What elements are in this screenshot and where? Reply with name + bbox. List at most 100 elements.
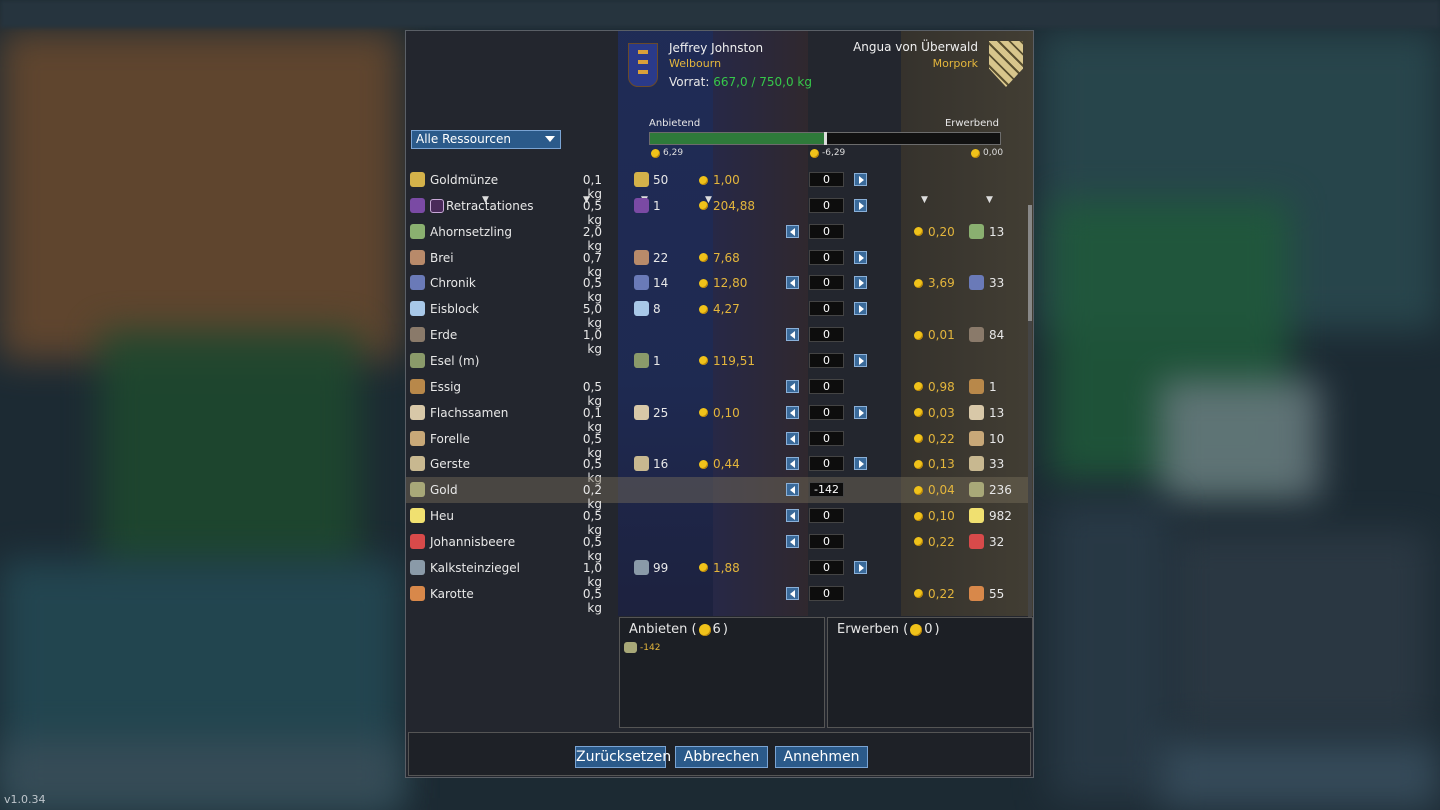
offer-quantity: 1 <box>653 353 661 368</box>
offer-price-value: 119,51 <box>713 353 755 368</box>
chronicle-icon <box>969 275 984 291</box>
coin-icon <box>699 278 708 288</box>
increase-arrow-button[interactable] <box>854 302 867 316</box>
carrot-icon <box>410 585 425 601</box>
increase-arrow-button[interactable] <box>854 173 867 186</box>
balance-mid-value: -6,29 <box>822 148 846 158</box>
acquire-price-value: 0,20 <box>928 224 955 239</box>
resource-row[interactable]: Kalksteinziegel 1,0 kg 99 1,88 0 <box>406 555 1031 589</box>
stock-label: Vorrat: <box>669 75 710 89</box>
vinegar-icon <box>410 378 425 394</box>
reset-button[interactable]: Zurücksetzen <box>575 746 671 768</box>
resource-filter-dropdown[interactable]: Alle Ressourcen <box>411 130 561 149</box>
decrease-arrow-button[interactable] <box>786 534 799 548</box>
trade-quantity-input[interactable]: 0 <box>809 533 844 549</box>
trade-quantity-input[interactable]: 0 <box>809 172 844 187</box>
coin-icon <box>971 148 980 158</box>
resource-row[interactable]: Karotte 0,5 kg 0 0,22 55 <box>406 581 1031 615</box>
trade-quantity-input[interactable]: 0 <box>809 559 844 575</box>
scrollbar-thumb[interactable] <box>1028 205 1032 321</box>
decrease-arrow-button[interactable] <box>786 509 799 523</box>
resource-row[interactable]: Goldmünze 0,1 kg 50 1,00 0 <box>406 167 1031 201</box>
gold-ore-icon <box>410 482 425 498</box>
trade-quantity-input[interactable]: 0 <box>809 352 844 368</box>
list-scrollbar[interactable] <box>1028 205 1032 617</box>
trade-quantity-input[interactable]: 0 <box>809 275 844 291</box>
trade-balance-bar <box>649 132 1001 145</box>
offer-item[interactable]: -142 <box>624 642 660 653</box>
trade-quantity-input[interactable]: 0 <box>809 249 844 265</box>
resource-row[interactable]: Gold 0,2 kg -142 0,04 236 <box>406 477 1031 511</box>
resource-row[interactable]: Ahornsetzling 2,0 kg 0 0,20 13 <box>406 219 1031 253</box>
limestone-brick-icon <box>410 559 425 575</box>
increase-arrow-button[interactable] <box>854 405 867 419</box>
decrease-arrow-button[interactable] <box>786 328 799 342</box>
stock-value: 667,0 / 750,0 kg <box>713 75 812 89</box>
decrease-arrow-button[interactable] <box>786 586 799 600</box>
increase-arrow-button[interactable] <box>854 353 867 367</box>
trade-quantity-input[interactable]: 0 <box>809 404 844 420</box>
resource-name: Gold <box>430 483 458 498</box>
acquire-quantity: 33 <box>989 457 1005 472</box>
resource-row[interactable]: Forelle 0,5 kg 0 0,22 10 <box>406 426 1031 460</box>
resource-row[interactable]: Eisblock 5,0 kg 8 4,27 0 <box>406 296 1031 330</box>
resource-name: Flachssamen <box>430 405 509 420</box>
resource-weight: 0,5 kg <box>582 586 602 615</box>
decrease-arrow-button[interactable] <box>786 431 799 445</box>
trade-quantity-input[interactable]: 0 <box>809 508 844 524</box>
porridge-icon <box>634 249 649 265</box>
decrease-arrow-button[interactable] <box>786 276 799 290</box>
resource-row[interactable]: Retractationes 0,5 kg 1 204,88 0 <box>406 193 1031 227</box>
offer-quantity: 50 <box>653 173 669 187</box>
currant-icon <box>410 533 425 549</box>
coin-icon <box>699 304 708 314</box>
resource-row[interactable]: Heu 0,5 kg 0 0,10 982 <box>406 503 1031 537</box>
trade-quantity-input[interactable]: 0 <box>809 327 844 343</box>
increase-arrow-button[interactable] <box>854 250 867 264</box>
resource-name: Ahornsetzling <box>430 224 513 239</box>
decrease-arrow-button[interactable] <box>786 483 799 497</box>
trade-quantity-input[interactable]: -142 <box>809 482 844 498</box>
increase-arrow-button[interactable] <box>854 560 867 574</box>
acquire-price-value: 0,01 <box>928 328 955 343</box>
resource-row[interactable]: Flachssamen 0,1 kg 25 0,10 0 0,03 13 <box>406 400 1031 434</box>
increase-arrow-button[interactable] <box>854 457 867 471</box>
decrease-arrow-button[interactable] <box>786 457 799 471</box>
acquire-price: 0,13 <box>914 457 955 471</box>
resource-row[interactable]: Erde 1,0 kg 0 0,01 84 <box>406 322 1031 356</box>
resource-row[interactable]: Brei 0,7 kg 22 7,68 0 <box>406 245 1031 279</box>
trade-quantity-input[interactable]: 0 <box>809 223 844 239</box>
trade-quantity-input[interactable]: 0 <box>809 430 844 446</box>
resource-name: Erde <box>430 328 458 343</box>
resource-name: Johannisbeere <box>430 534 516 549</box>
resource-row[interactable]: Esel (m) 1 119,51 0 <box>406 348 1031 374</box>
acquire-price: 0,20 <box>914 225 955 239</box>
trade-quantity-input[interactable]: 0 <box>809 585 844 601</box>
decrease-arrow-button[interactable] <box>786 224 799 238</box>
balance-left: 6,29 <box>651 148 683 158</box>
cancel-button[interactable]: Abbrechen <box>675 746 768 768</box>
coin-icon <box>699 408 708 418</box>
resource-row[interactable]: Essig 0,5 kg 0 0,98 1 <box>406 374 1031 408</box>
increase-arrow-button[interactable] <box>854 198 867 212</box>
hay-icon <box>410 508 425 524</box>
decrease-arrow-button[interactable] <box>786 405 799 419</box>
trade-quantity-input[interactable]: 0 <box>809 197 844 213</box>
ice-block-icon <box>634 301 649 317</box>
resource-name: Heu <box>430 509 455 524</box>
resource-row[interactable]: Johannisbeere 0,5 kg 0 0,22 32 <box>406 529 1031 563</box>
acquire-quantity: 32 <box>989 534 1005 549</box>
resource-row[interactable]: Chronik 0,5 kg 14 12,80 0 3,69 33 <box>406 270 1031 304</box>
increase-arrow-button[interactable] <box>854 276 867 290</box>
trade-quantity-input[interactable]: 0 <box>809 456 844 472</box>
accept-button[interactable]: Annehmen <box>775 746 868 768</box>
offer-price: 4,27 <box>699 302 740 316</box>
trade-quantity-input[interactable]: 0 <box>809 378 844 394</box>
resource-row[interactable]: Gerste 0,5 kg 16 0,44 0 0,13 33 <box>406 451 1031 485</box>
resource-name: Essig <box>430 379 462 394</box>
balance-mid: -6,29 <box>810 148 845 158</box>
balance-slider-handle[interactable] <box>824 132 827 145</box>
acquire-price: 0,22 <box>914 535 955 549</box>
trade-quantity-input[interactable]: 0 <box>809 301 844 317</box>
decrease-arrow-button[interactable] <box>786 379 799 393</box>
